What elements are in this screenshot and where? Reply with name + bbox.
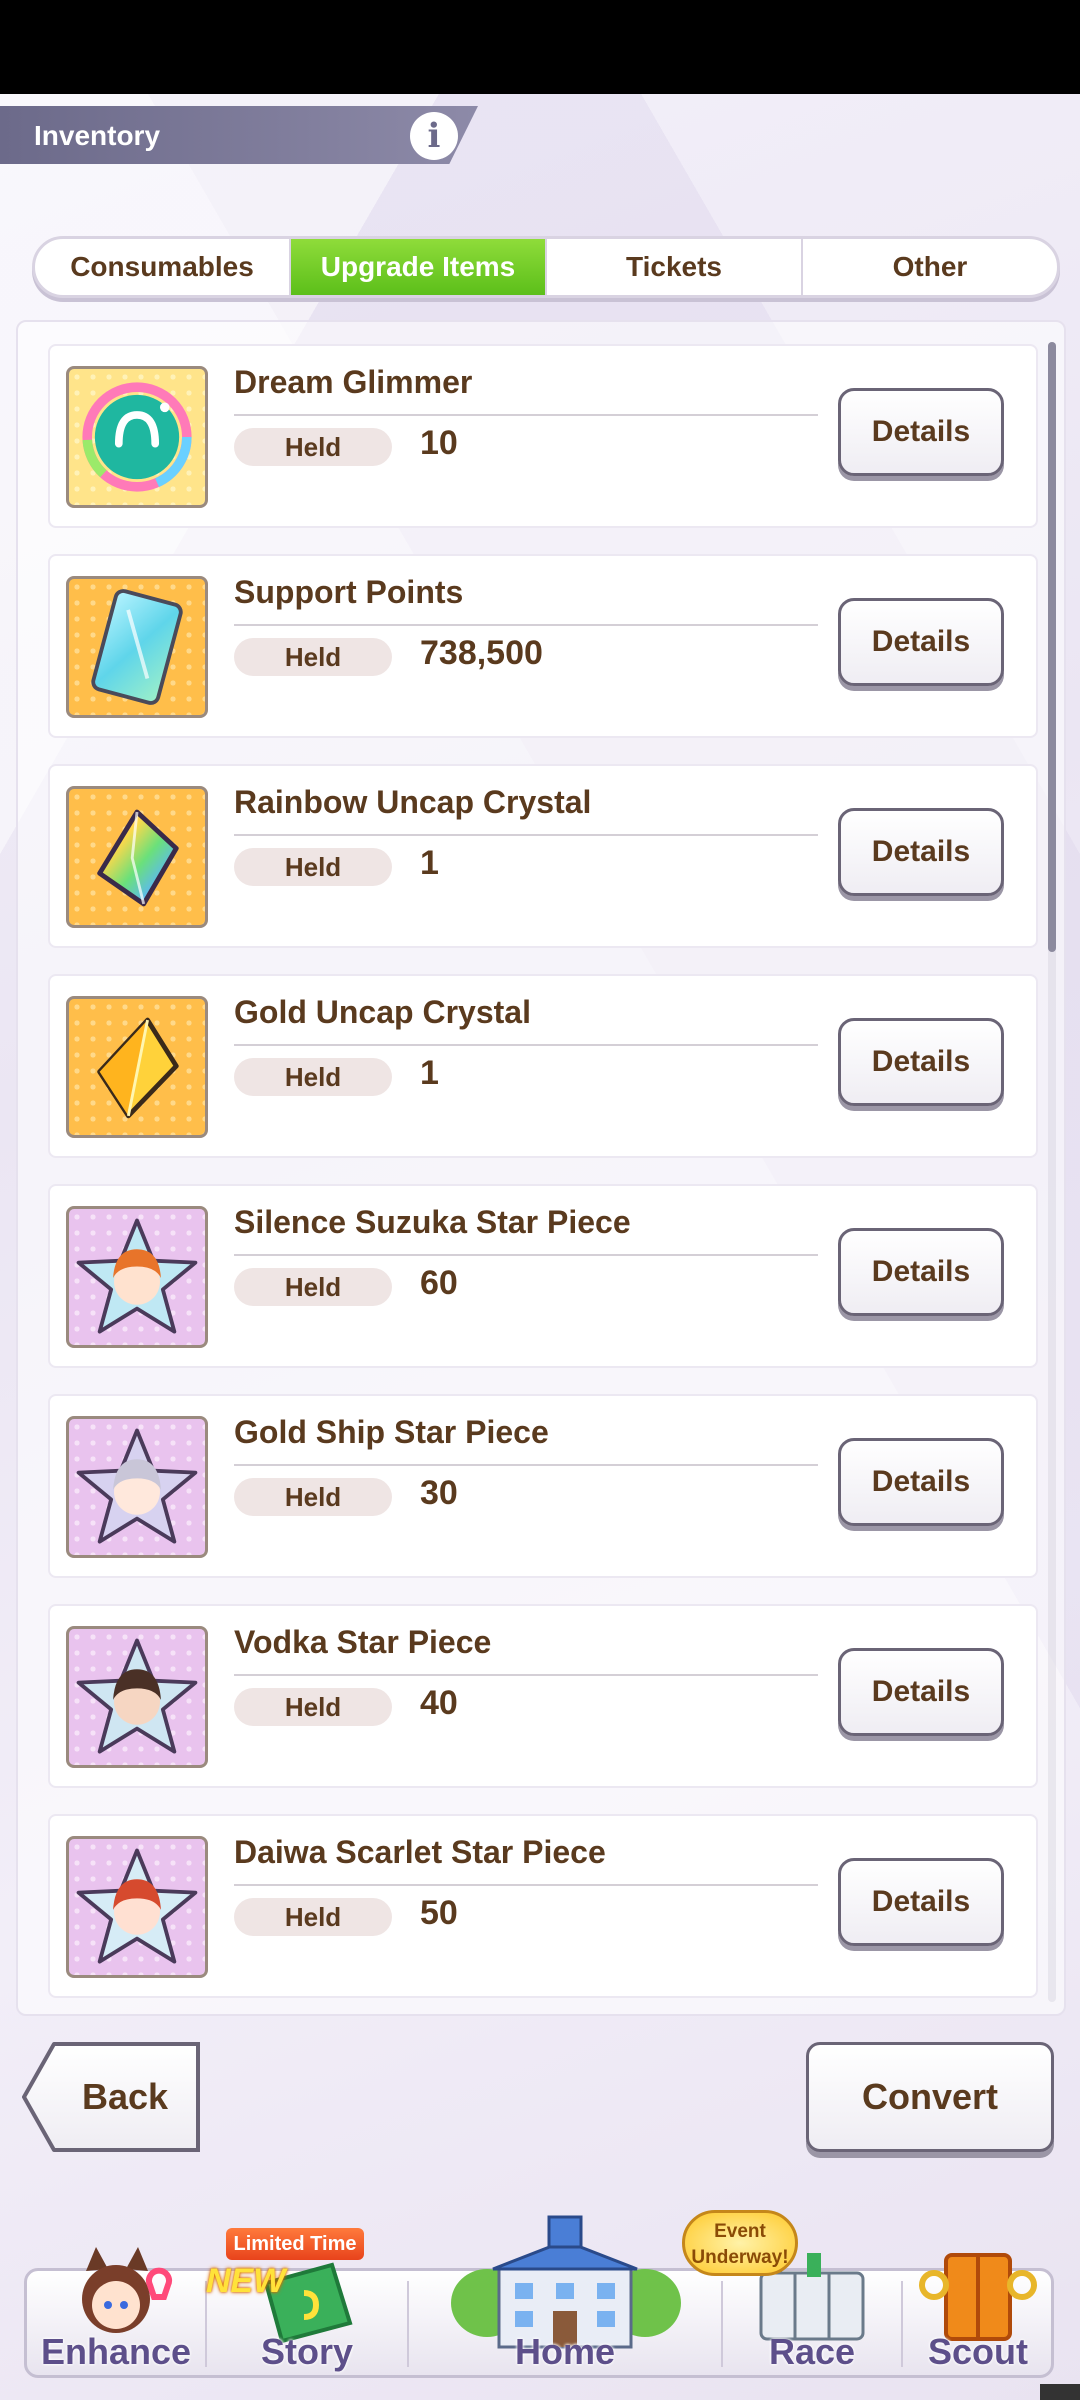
list-item: Gold Uncap Crystal Held 1 Details [48, 974, 1038, 1158]
star-piece-icon [66, 1416, 208, 1558]
item-name: Dream Glimmer [234, 364, 473, 400]
gold-crystal-icon [66, 996, 208, 1138]
event-badge-line2: Underway! [691, 2247, 789, 2268]
details-button[interactable]: Details [838, 1858, 1004, 1946]
details-button[interactable]: Details [838, 1438, 1004, 1526]
held-count: 60 [420, 1264, 458, 1302]
held-count: 30 [420, 1474, 458, 1512]
divider [234, 624, 818, 626]
details-button[interactable]: Details [838, 598, 1004, 686]
divider [234, 414, 818, 416]
list-item: Gold Ship Star Piece Held 30 Details [48, 1394, 1038, 1578]
nav-label: Race [768, 2331, 856, 2372]
tab-tickets[interactable]: Tickets [547, 239, 803, 295]
list-item: Rainbow Uncap Crystal Held 1 Details [48, 764, 1038, 948]
inventory-header: Inventory i [0, 106, 478, 164]
limited-time-badge: Limited Time [226, 2228, 364, 2260]
nav-enhance[interactable]: Enhance [27, 2247, 205, 2375]
category-tabs: Consumables Upgrade Items Tickets Other [32, 236, 1060, 298]
held-count: 10 [420, 424, 458, 462]
held-count: 738,500 [420, 634, 543, 672]
held-label: Held [234, 1898, 392, 1936]
details-button[interactable]: Details [838, 1648, 1004, 1736]
list-item: Daiwa Scarlet Star Piece Held 50 Details [48, 1814, 1038, 1998]
support-points-icon [66, 576, 208, 718]
list-item: Silence Suzuka Star Piece Held 60 Detail… [48, 1184, 1038, 1368]
divider [234, 834, 818, 836]
item-name: Vodka Star Piece [234, 1624, 492, 1660]
nav-label: Scout [927, 2331, 1028, 2372]
info-icon[interactable]: i [410, 112, 458, 160]
scrollbar-thumb[interactable] [1048, 342, 1056, 952]
nav-label: Story [260, 2331, 354, 2372]
details-button[interactable]: Details [838, 388, 1004, 476]
held-label: Held [234, 1688, 392, 1726]
corner-indicator [1040, 2384, 1080, 2400]
star-piece-icon [66, 1836, 208, 1978]
list-item: Support Points Held 738,500 Details [48, 554, 1038, 738]
held-count: 50 [420, 1894, 458, 1932]
divider [234, 1674, 818, 1676]
status-bar [0, 0, 1080, 94]
divider [234, 1044, 818, 1046]
dream-glimmer-icon [66, 366, 208, 508]
held-label: Held [234, 1478, 392, 1516]
divider [234, 1254, 818, 1256]
star-piece-icon [66, 1206, 208, 1348]
list-item: Dream Glimmer Held 10 Details [48, 344, 1038, 528]
nav-home[interactable]: Home [409, 2215, 721, 2375]
divider [234, 1464, 818, 1466]
event-badge-line1: Event [714, 2221, 766, 2242]
divider [234, 1884, 818, 1886]
held-label: Held [234, 638, 392, 676]
tab-consumables[interactable]: Consumables [35, 239, 291, 295]
event-underway-badge: Event Underway! [682, 2210, 798, 2276]
details-button[interactable]: Details [838, 1018, 1004, 1106]
held-label: Held [234, 848, 392, 886]
item-name: Gold Ship Star Piece [234, 1414, 549, 1450]
item-name: Rainbow Uncap Crystal [234, 784, 592, 820]
item-name: Support Points [234, 574, 464, 610]
list-item: Vodka Star Piece Held 40 Details [48, 1604, 1038, 1788]
back-button[interactable]: Back [22, 2042, 200, 2152]
rainbow-crystal-icon [66, 786, 208, 928]
details-button[interactable]: Details [838, 1228, 1004, 1316]
scout-gate-icon [919, 2253, 1037, 2341]
nav-scout[interactable]: Scout [903, 2253, 1053, 2375]
item-list[interactable]: Dream Glimmer Held 10 Details Support Po… [16, 320, 1066, 2016]
nav-label: Home [514, 2331, 616, 2372]
held-label: Held [234, 1058, 392, 1096]
item-name: Daiwa Scarlet Star Piece [234, 1834, 606, 1870]
scrollbar[interactable] [1048, 342, 1056, 2002]
tab-upgrade-items[interactable]: Upgrade Items [291, 239, 547, 295]
held-label: Held [234, 428, 392, 466]
held-label: Held [234, 1268, 392, 1306]
tab-other[interactable]: Other [803, 239, 1057, 295]
convert-button[interactable]: Convert [806, 2042, 1054, 2152]
new-badge: NEW [206, 2262, 286, 2300]
nav-race[interactable]: Race [723, 2253, 901, 2375]
held-count: 1 [420, 844, 439, 882]
item-name: Silence Suzuka Star Piece [234, 1204, 631, 1240]
held-count: 40 [420, 1684, 458, 1722]
nav-label: Enhance [40, 2331, 192, 2372]
held-count: 1 [420, 1054, 439, 1092]
star-piece-icon [66, 1626, 208, 1768]
bottom-nav: Enhance Story Home Race Scout [24, 2215, 1054, 2378]
item-name: Gold Uncap Crystal [234, 994, 531, 1030]
page-title: Inventory [34, 120, 161, 151]
details-button[interactable]: Details [838, 808, 1004, 896]
